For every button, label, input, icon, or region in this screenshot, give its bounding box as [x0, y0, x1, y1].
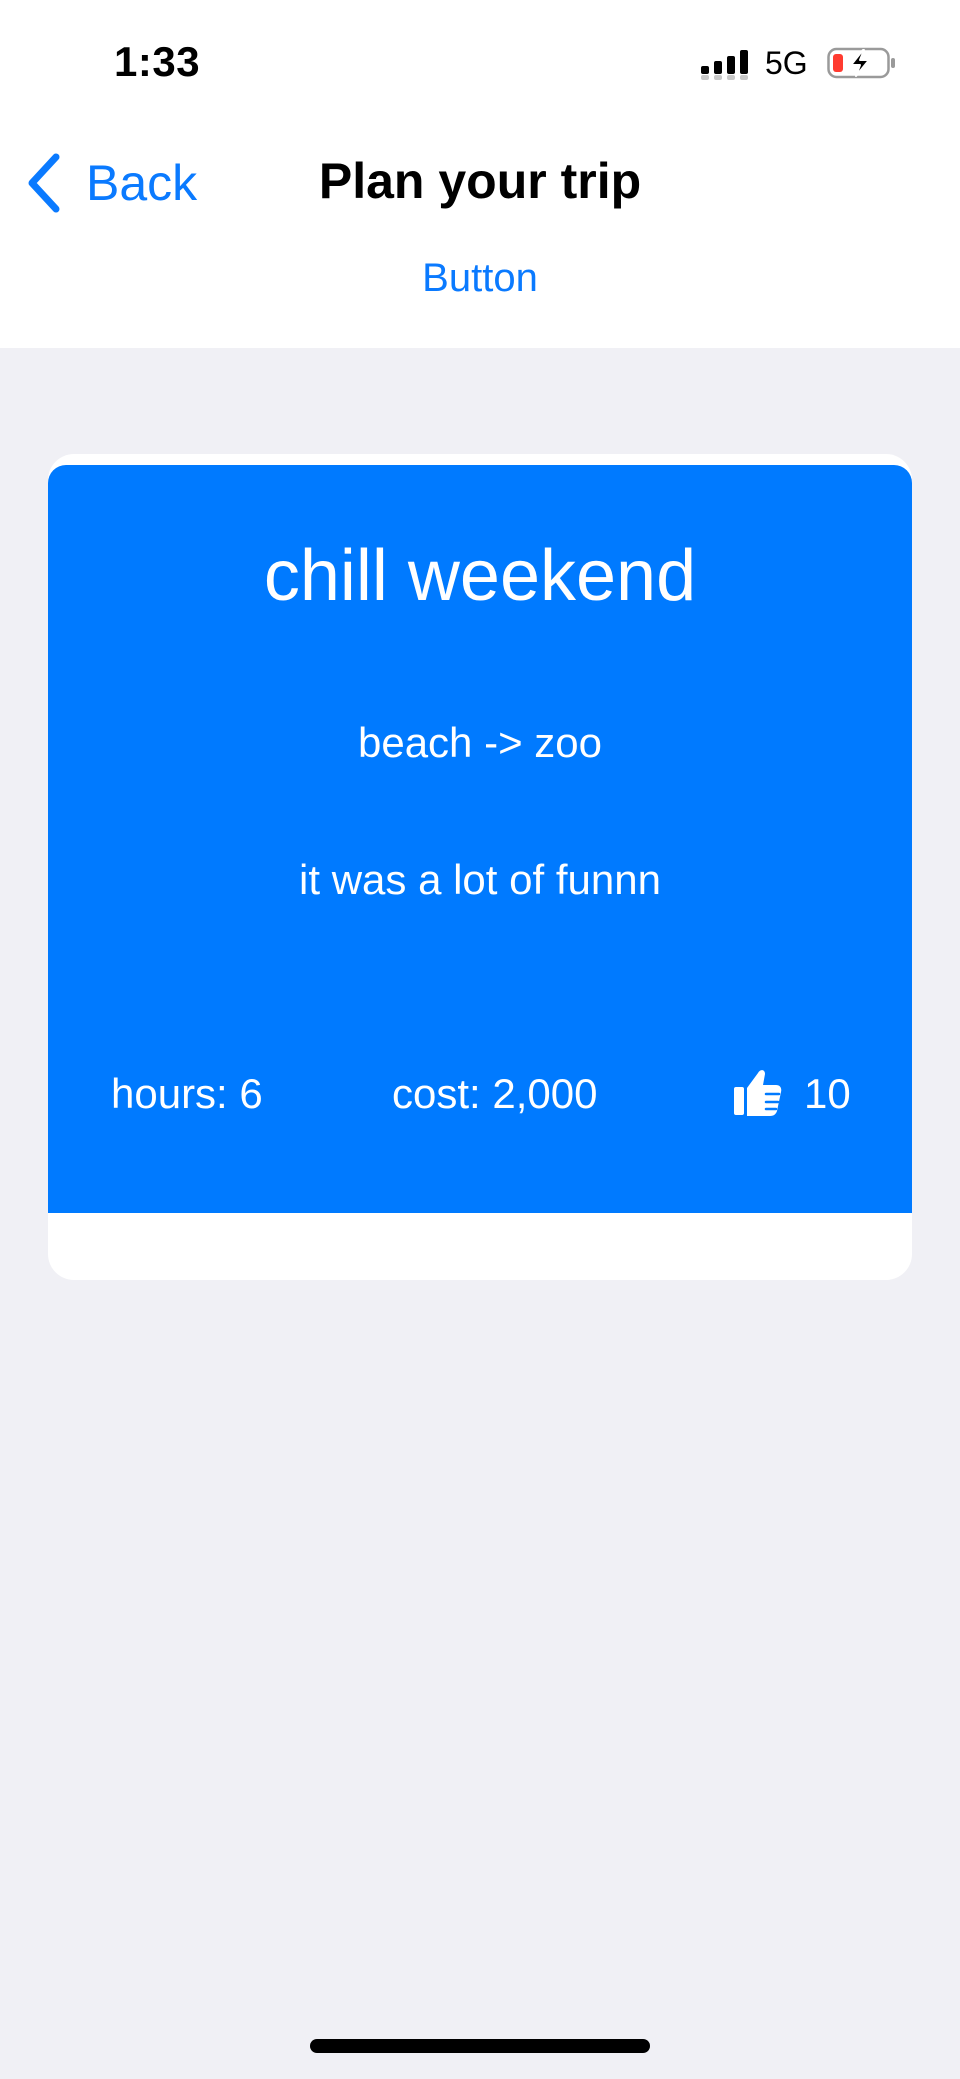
- header-area: 1:33 5G Back Plan your trip Button: [0, 0, 960, 348]
- home-indicator[interactable]: [310, 2039, 650, 2053]
- thumbs-up-icon[interactable]: [732, 1065, 782, 1119]
- trip-description: it was a lot of funnn: [299, 856, 661, 903]
- status-time: 1:33: [114, 38, 201, 85]
- trip-card[interactable]: chill weekend beach -> zoo it was a lot …: [48, 454, 912, 1280]
- trip-hours: hours: 6: [111, 1070, 263, 1117]
- battery-charging-icon: [827, 47, 895, 79]
- trip-cost: cost: 2,000: [392, 1070, 598, 1117]
- signal-icon: [701, 50, 748, 80]
- trip-route: beach -> zoo: [357, 719, 602, 766]
- like-count: 10: [804, 1070, 851, 1117]
- nav-action-button[interactable]: Button: [380, 256, 580, 301]
- trip-card-body: chill weekend beach -> zoo it was a lot …: [48, 465, 912, 1213]
- page-title: Plan your trip: [318, 153, 642, 209]
- trip-title: chill weekend: [263, 536, 697, 616]
- network-label: 5G: [765, 45, 808, 81]
